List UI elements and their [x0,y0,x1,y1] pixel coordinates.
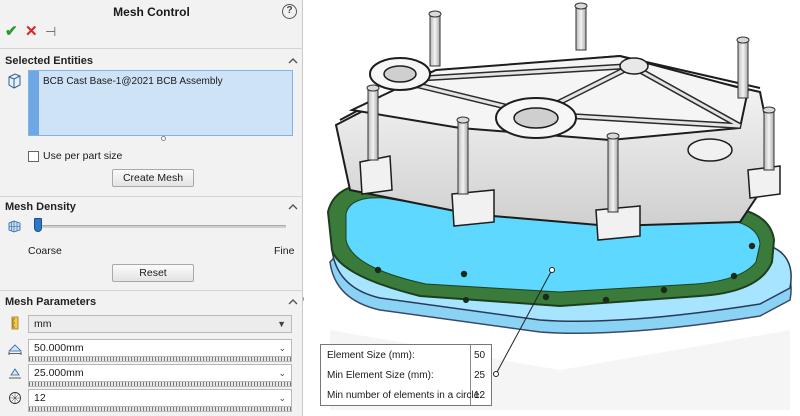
callout-value: 50 [474,350,486,361]
unit-value: mm [34,318,52,330]
property-manager-panel: Mesh Control ? ✔ ✕ ⊣ Selected Entities B… [0,0,303,416]
chevron-up-icon[interactable] [288,297,298,307]
use-per-part-size-checkbox[interactable] [28,151,39,162]
pushpin-icon[interactable]: ⊣ [45,24,56,40]
chevron-up-icon[interactable] [288,202,298,212]
body-selection-icon [8,73,21,89]
element-size-value: 50.000mm [34,342,84,354]
callout-label: Min number of elements in a circle: [327,390,483,401]
min-element-size-value: 25.000mm [34,367,84,379]
chevron-down-icon[interactable]: ▼ [277,316,286,332]
chevron-up-icon[interactable] [288,56,298,66]
reset-button[interactable]: Reset [112,264,194,282]
panel-title: Mesh Control [113,5,190,19]
min-elements-in-circle-value: 12 [34,392,46,404]
elements-in-circle-thumbwheel[interactable] [28,407,292,412]
section-title-mesh-parameters: Mesh Parameters [5,296,97,308]
callout-label: Min Element Size (mm): [327,370,434,381]
list-resize-handle[interactable] [161,136,166,141]
callout-row: Min Element Size (mm): 25 [321,365,493,385]
help-icon[interactable]: ? [282,4,297,19]
min-elements-in-circle-input[interactable]: 12 ⌄ [28,389,292,407]
chevron-down-icon[interactable]: ⌄ [278,340,286,356]
callout-value: 12 [474,390,486,401]
callout-label: Element Size (mm): [327,350,415,361]
chevron-down-icon[interactable]: ⌄ [278,365,286,381]
callout-value: 25 [474,370,486,381]
check-icon[interactable]: ✔ [5,24,18,40]
min-element-size-thumbwheel[interactable] [28,382,292,387]
selected-entities-list[interactable]: BCB Cast Base-1@2021 BCB Assembly [28,70,293,136]
mesh-density-slider-thumb[interactable] [34,218,42,232]
section-title-selected-entities: Selected Entities [5,55,94,67]
callout-row: Min number of elements in a circle: 12 [321,385,493,405]
element-size-icon [8,344,22,355]
divider [0,196,303,197]
divider [0,48,303,49]
ruler-icon [11,316,19,330]
mesh-control-callout[interactable]: Element Size (mm): 50 Min Element Size (… [320,344,492,406]
element-size-input[interactable]: 50.000mm ⌄ [28,339,292,357]
mesh-density-icon [8,220,21,233]
fine-label: Fine [274,245,295,257]
elements-in-circle-icon [9,392,21,404]
mesh-density-slider-track[interactable] [36,225,286,228]
coarse-label: Coarse [28,245,62,257]
unit-select[interactable]: mm ▼ [28,315,292,333]
chevron-down-icon[interactable]: ⌄ [278,390,286,406]
list-item[interactable]: BCB Cast Base-1@2021 BCB Assembly [43,76,223,87]
divider [0,290,303,291]
element-size-thumbwheel[interactable] [28,357,292,362]
callout-row: Element Size (mm): 50 [321,345,493,365]
min-element-size-icon [9,368,21,379]
close-icon[interactable]: ✕ [25,24,38,40]
min-element-size-input[interactable]: 25.000mm ⌄ [28,364,292,382]
use-per-part-size-label: Use per part size [43,150,123,162]
section-title-mesh-density: Mesh Density [5,201,76,213]
list-selection-bar [29,71,39,135]
create-mesh-button[interactable]: Create Mesh [112,169,194,187]
